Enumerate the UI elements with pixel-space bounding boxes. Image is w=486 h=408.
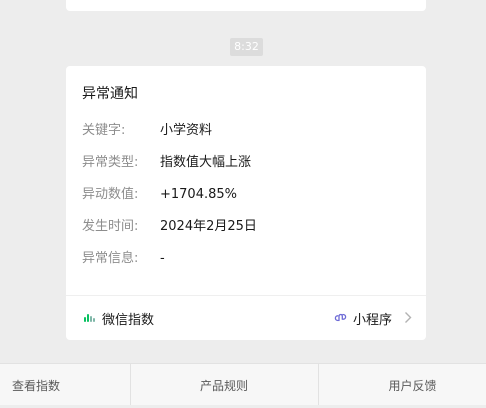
field-label: 异常信息: — [82, 251, 139, 266]
card-title: 异常通知 — [82, 86, 138, 102]
field-label: 异动数值: — [82, 187, 139, 202]
field-value: - — [160, 251, 165, 266]
field-label: 关键字: — [82, 123, 126, 138]
card-footer[interactable]: 微信指数 小程序 — [66, 296, 426, 340]
field-value: 2024年2月25日 — [160, 219, 257, 234]
brand-name: 微信指数 — [102, 313, 155, 328]
menu-user-feedback[interactable]: 用户反馈 — [319, 364, 486, 405]
field-value: 指数值大幅上涨 — [160, 155, 252, 170]
menu-view-index[interactable]: 查看指数 — [0, 364, 130, 405]
mini-program-label[interactable]: 小程序 — [353, 309, 392, 328]
field-label: 发生时间: — [82, 219, 139, 234]
field-label: 异常类型: — [82, 155, 139, 170]
wechat-index-icon — [84, 314, 95, 322]
previous-message-card — [66, 0, 426, 11]
message-timestamp: 8:32 — [230, 38, 263, 56]
bottom-menu-bar: 查看指数 产品规则 用户反馈 — [0, 363, 486, 405]
chevron-right-icon — [405, 312, 412, 323]
field-value: +1704.85% — [160, 187, 238, 202]
field-value: 小学资料 — [160, 123, 213, 138]
notification-card[interactable]: 异常通知 关键字: 小学资料 异常类型: 指数值大幅上涨 异动数值: +1704… — [66, 66, 426, 340]
mini-program-link-icon — [334, 313, 347, 322]
menu-product-rules[interactable]: 产品规则 — [131, 364, 317, 405]
